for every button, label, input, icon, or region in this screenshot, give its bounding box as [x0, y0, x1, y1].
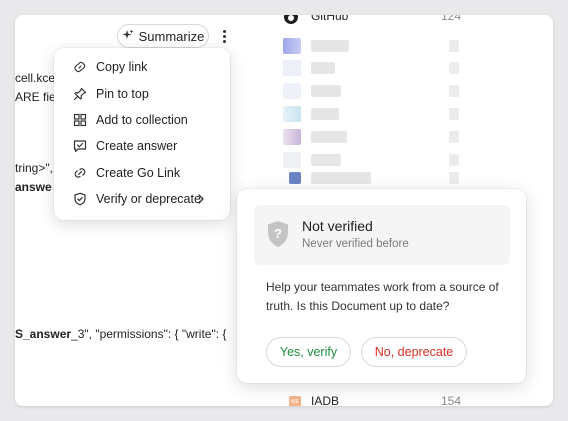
list-item[interactable]	[273, 58, 473, 78]
blurred-count	[449, 154, 459, 166]
menu-item-create-go-link[interactable]: Create Go Link	[54, 160, 230, 186]
shield-check-icon	[74, 192, 86, 206]
no-deprecate-button[interactable]: No, deprecate	[361, 337, 467, 367]
app-icon: WE	[289, 396, 301, 406]
yes-verify-button[interactable]: Yes, verify	[266, 337, 351, 367]
list-item-count: 154	[441, 394, 462, 406]
doc-text-line: answe	[15, 180, 52, 194]
menu-item-label: Copy link	[96, 60, 148, 75]
menu-item-label: Pin to top	[96, 86, 149, 101]
menu-item-add-to-collection[interactable]: Add to collection	[54, 107, 230, 133]
list-item[interactable]	[273, 81, 473, 101]
menu-item-copy-link[interactable]: Copy link	[54, 54, 230, 80]
verification-status-header: ? Not verified Never verified before	[254, 205, 510, 265]
blurred-count	[449, 85, 459, 97]
list-item[interactable]: WE IADB 154	[273, 392, 473, 406]
app-icon	[283, 106, 301, 122]
doc-text-rest: _3", "permissions": { "write": {	[71, 327, 227, 341]
blurred-text	[311, 108, 339, 120]
app-window: cell.kce ARE fie tring>", answe S_answer…	[15, 15, 553, 406]
blurred-text	[311, 172, 371, 184]
list-item[interactable]: GitHub 124	[273, 15, 473, 27]
menu-item-create-answer[interactable]: Create answer	[54, 133, 230, 159]
app-icon	[283, 83, 301, 99]
blurred-count	[449, 108, 459, 120]
list-item[interactable]	[273, 127, 473, 147]
svg-text:?: ?	[274, 226, 282, 241]
summarize-label: Summarize	[138, 28, 205, 44]
blurred-count	[449, 131, 459, 143]
doc-text-line: ARE fie	[15, 90, 56, 104]
link-icon	[74, 61, 86, 73]
more-vertical-icon[interactable]	[217, 26, 231, 46]
verification-subtitle: Never verified before	[302, 238, 409, 250]
answer-icon	[73, 140, 87, 153]
context-menu: Copy link Pin to top Add to collection C…	[54, 48, 230, 220]
chevron-right-icon	[198, 194, 204, 204]
summarize-button[interactable]: Summarize	[117, 24, 209, 48]
pin-icon	[73, 87, 87, 100]
doc-text-line: tring>",	[15, 161, 53, 175]
list-item[interactable]	[273, 104, 473, 124]
github-icon	[283, 15, 301, 25]
list-item-count: 124	[441, 15, 462, 23]
menu-item-label: Add to collection	[96, 112, 188, 127]
doc-text-bold: S_answer	[15, 327, 72, 341]
blurred-text	[311, 85, 341, 97]
blurred-text	[311, 40, 349, 52]
app-icon	[283, 60, 301, 76]
app-icon	[283, 152, 301, 168]
menu-item-label: Create Go Link	[96, 165, 181, 180]
list-item-label: GitHub	[311, 15, 349, 23]
menu-item-pin-to-top[interactable]: Pin to top	[54, 80, 230, 106]
menu-item-label: Verify or deprecate	[96, 192, 201, 207]
blurred-count	[449, 40, 459, 52]
app-icon	[283, 129, 301, 145]
doc-text-line: cell.kce	[15, 71, 56, 85]
blurred-count	[449, 172, 459, 184]
verification-message: Help your teammates work from a source o…	[266, 280, 499, 313]
app-icon	[289, 172, 301, 184]
shield-question-icon: ?	[268, 221, 288, 247]
blurred-count	[449, 62, 459, 74]
blurred-text	[311, 131, 347, 143]
go-link-icon	[74, 168, 86, 178]
list-item-label: IADB	[311, 394, 340, 406]
grid-icon	[73, 113, 87, 127]
blurred-text	[311, 62, 335, 74]
list-item[interactable]	[273, 150, 473, 170]
list-item[interactable]	[273, 168, 473, 188]
doc-text-line: S_answer_3", "permissions": { "write": {	[15, 327, 226, 341]
app-icon	[283, 38, 301, 54]
menu-item-verify-or-deprecate[interactable]: Verify or deprecate	[54, 186, 230, 212]
verification-popover: ? Not verified Never verified before Hel…	[237, 189, 526, 383]
blurred-text	[311, 154, 341, 166]
menu-item-label: Create answer	[96, 139, 178, 154]
list-item[interactable]	[273, 36, 473, 56]
verification-title: Not verified	[302, 218, 373, 234]
sparkle-icon	[122, 29, 134, 44]
